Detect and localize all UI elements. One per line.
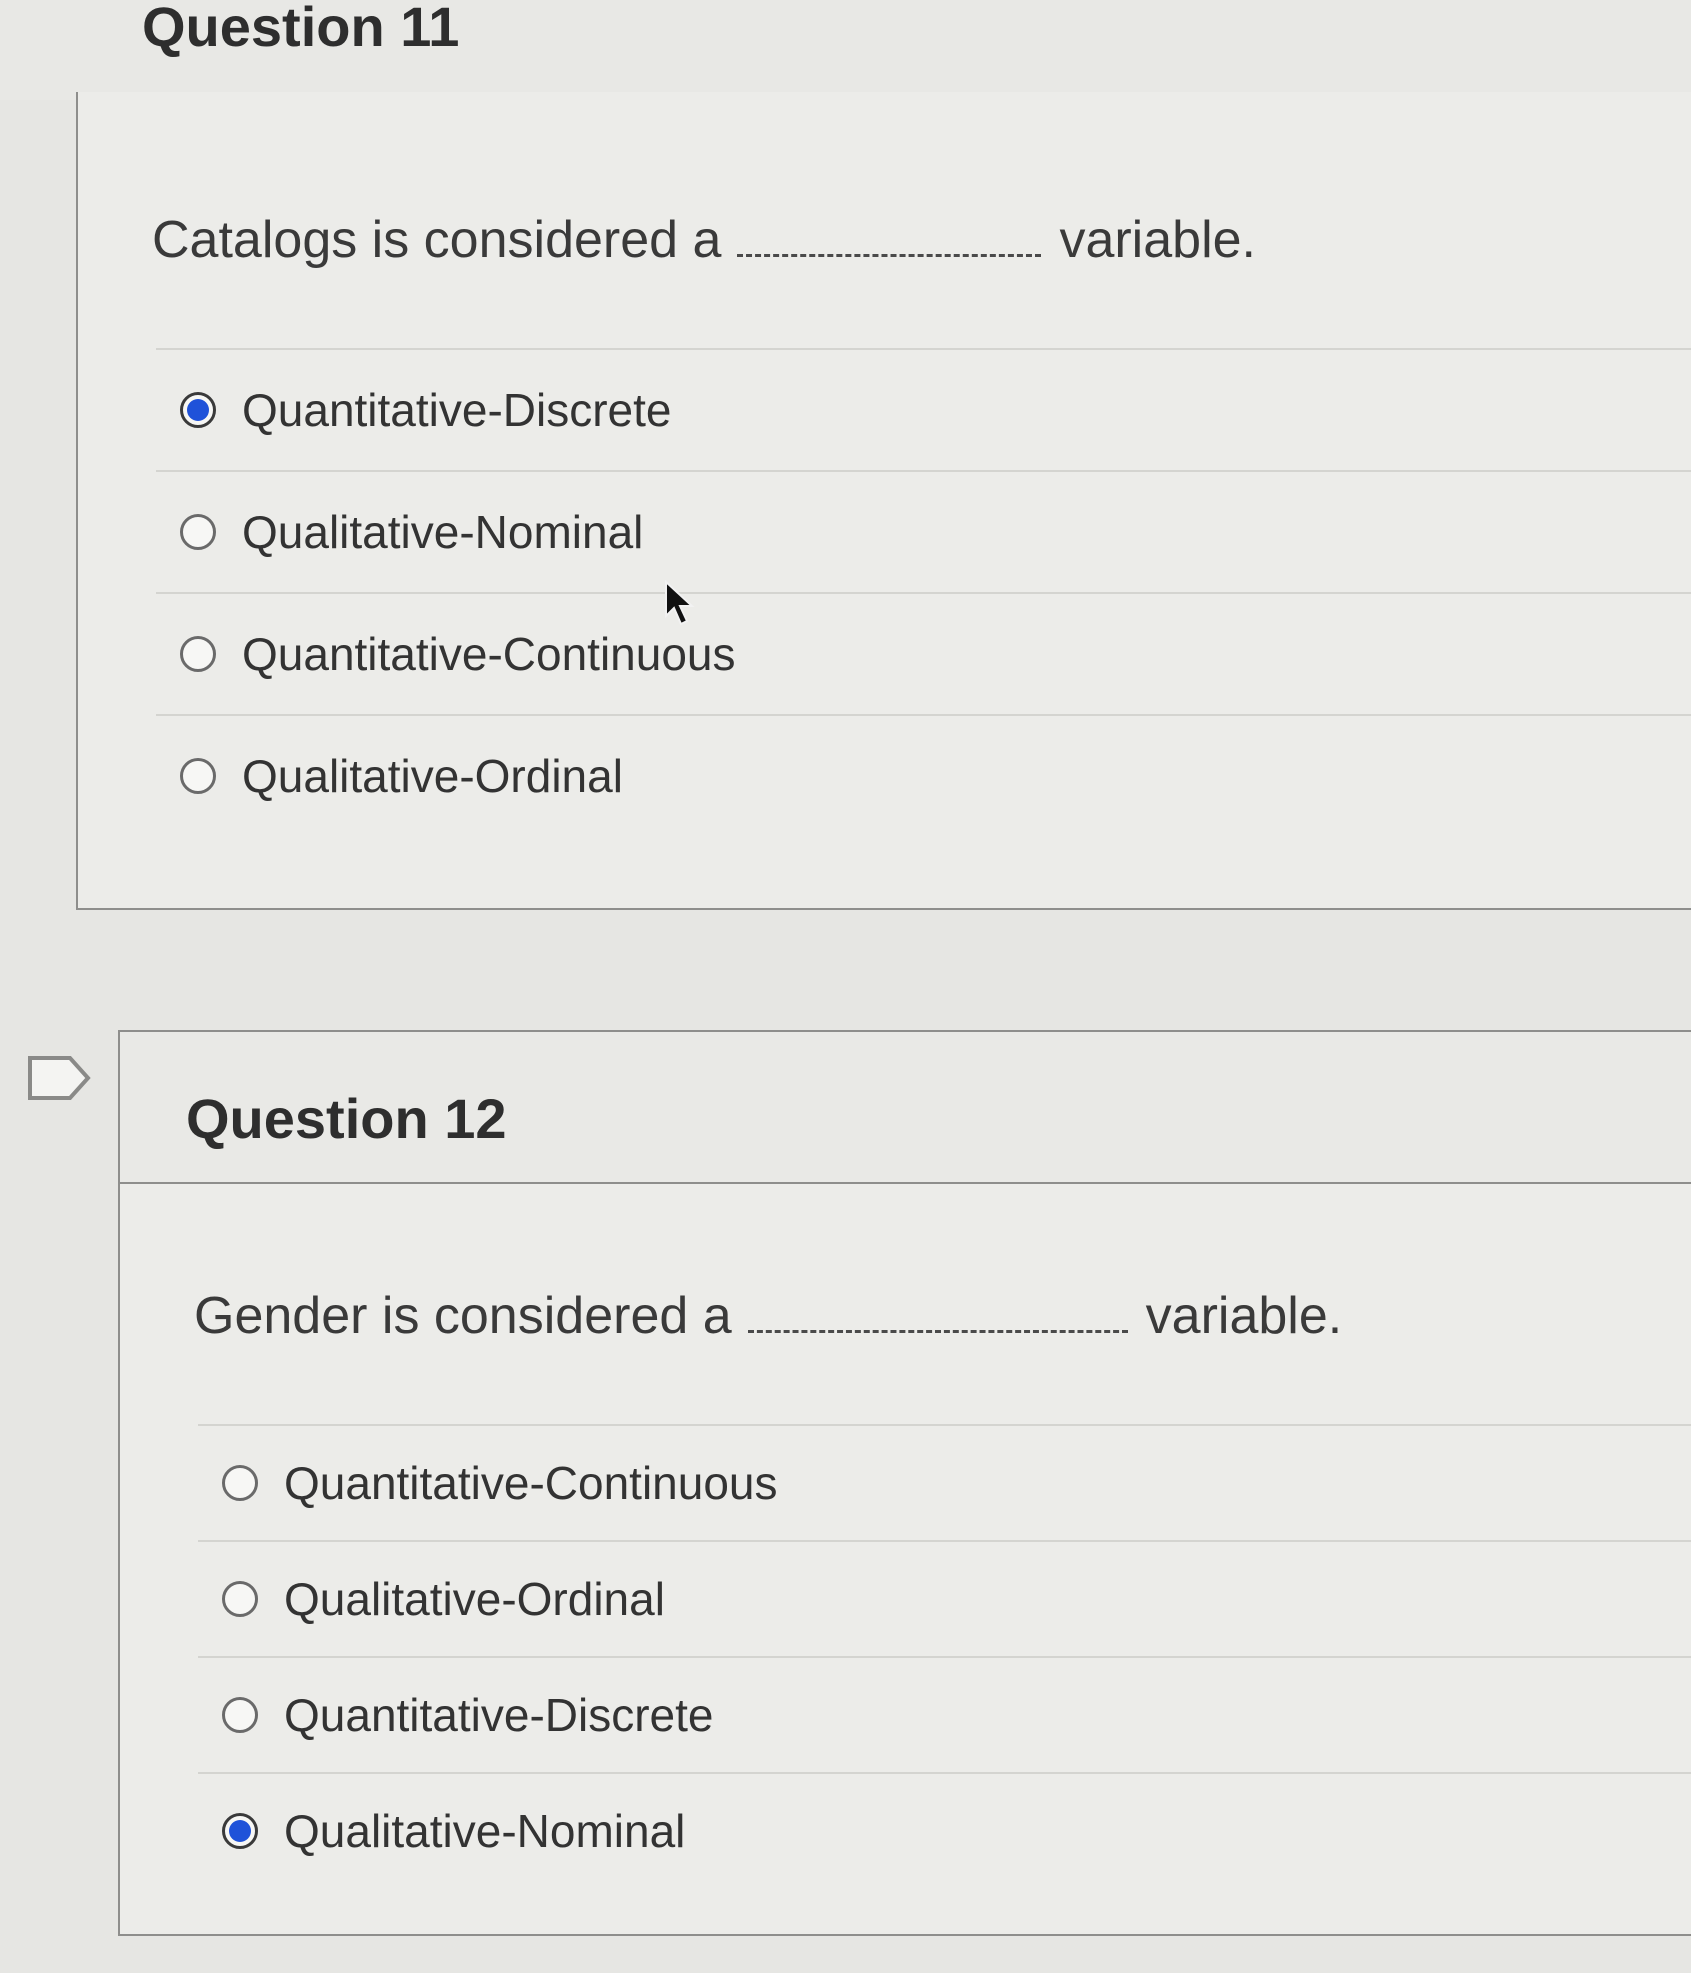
answer-label: Qualitative-Nominal (284, 1805, 686, 1857)
answer-option[interactable]: Quantitative-Discrete (156, 348, 1691, 470)
answer-option[interactable]: Quantitative-Continuous (198, 1424, 1691, 1540)
answer-option[interactable]: Qualitative-Ordinal (156, 714, 1691, 836)
mouse-pointer-icon (665, 580, 695, 626)
answer-label: Quantitative-Continuous (284, 1457, 778, 1509)
answer-label: Qualitative-Nominal (242, 506, 644, 558)
radio-button[interactable] (222, 1465, 258, 1501)
prompt-text-after: variable. (1145, 1287, 1343, 1345)
question-header: Question 12 (118, 1030, 1691, 1184)
answer-blank (747, 1330, 1128, 1333)
answer-option[interactable]: Quantitative-Discrete (198, 1656, 1691, 1772)
answer-list: Quantitative-Continuous Qualitative-Ordi… (198, 1424, 1691, 1888)
answer-label: Quantitative-Discrete (242, 384, 672, 436)
answer-blank (737, 254, 1042, 257)
answer-option[interactable]: Qualitative-Nominal (198, 1772, 1691, 1888)
answer-label: Quantitative-Discrete (284, 1689, 714, 1741)
question-body: Gender is considered a variable. Quantita… (118, 1182, 1691, 1936)
radio-button[interactable] (222, 1581, 258, 1617)
prompt-text-before: Catalogs is considered a (152, 211, 722, 269)
answer-option[interactable]: Qualitative-Ordinal (198, 1540, 1691, 1656)
radio-button[interactable] (180, 514, 216, 550)
radio-button[interactable] (180, 636, 216, 672)
prompt-text-after: variable. (1059, 211, 1256, 269)
answer-label: Quantitative-Continuous (242, 628, 736, 680)
answer-option[interactable]: Quantitative-Continuous (156, 592, 1691, 714)
radio-button[interactable] (180, 758, 216, 794)
question-body: Catalogs is considered a variable. Quanti… (76, 92, 1691, 910)
bookmark-flag-icon[interactable] (26, 1052, 96, 1108)
question-title: Question 11 (142, 0, 460, 58)
answer-label: Qualitative-Ordinal (284, 1573, 665, 1625)
radio-button[interactable] (180, 392, 216, 428)
question-header: Question 11 (0, 0, 1691, 100)
answer-label: Qualitative-Ordinal (242, 750, 623, 802)
radio-button[interactable] (222, 1813, 258, 1849)
question-prompt: Gender is considered a variable. (194, 1286, 1342, 1346)
radio-button[interactable] (222, 1697, 258, 1733)
prompt-text-before: Gender is considered a (194, 1287, 732, 1345)
radio-selected-dot (229, 1820, 251, 1842)
question-11: Question 11 Catalogs is considered a vari… (0, 0, 1691, 920)
question-12: Question 12 Gender is considered a variab… (0, 1030, 1691, 1973)
answer-list: Quantitative-Discrete Qualitative-Nomina… (156, 348, 1691, 836)
answer-option[interactable]: Qualitative-Nominal (156, 470, 1691, 592)
question-prompt: Catalogs is considered a variable. (152, 210, 1256, 270)
radio-selected-dot (187, 399, 209, 421)
question-title: Question 12 (186, 1087, 507, 1150)
